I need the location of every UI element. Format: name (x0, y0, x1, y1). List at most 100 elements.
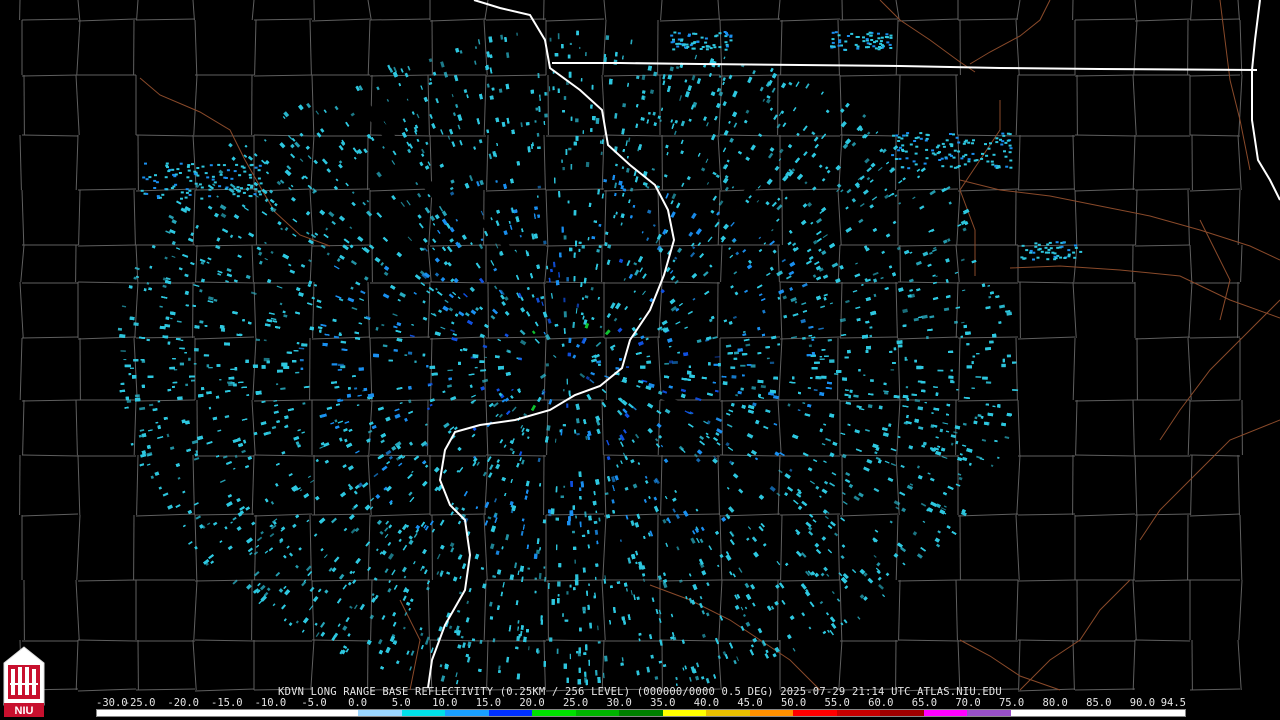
echo-cell (575, 574, 579, 580)
echo-cell (863, 374, 866, 376)
radar-map (0, 0, 1280, 720)
echo-cell (557, 581, 561, 587)
echo-cell (557, 33, 560, 40)
echo-cell (255, 338, 261, 342)
echo-cell (599, 140, 602, 144)
echo-cell (188, 357, 191, 361)
echo-cell (905, 386, 909, 389)
echo-cell (194, 347, 199, 352)
echo-cell (777, 343, 781, 346)
echo-cell (543, 566, 546, 569)
echo-cell (597, 641, 601, 644)
echo-cell (574, 559, 576, 564)
echo-cell (563, 389, 565, 392)
echo-cell (625, 366, 630, 369)
echo-cell (740, 364, 746, 367)
echo-cell (560, 495, 564, 498)
echo-cell (299, 359, 304, 362)
echo-cell (572, 530, 575, 534)
echo-cell (730, 366, 736, 369)
echo-cell (603, 57, 607, 63)
echo-cell (950, 381, 955, 384)
echo-cell (664, 362, 670, 365)
echo-cell (604, 655, 608, 662)
echo-cell (562, 166, 565, 171)
echo-cell (870, 379, 874, 382)
echo-cell (733, 351, 740, 355)
echo-cell (971, 361, 974, 365)
echo-cell (337, 363, 344, 366)
echo-cell (974, 416, 978, 420)
echo-cell (563, 311, 567, 318)
echo-cell (544, 113, 548, 118)
echo-cell (808, 344, 812, 348)
echo-cell (975, 376, 982, 379)
echo-cell (566, 591, 569, 595)
echo-cell (414, 360, 417, 363)
echo-cell (568, 147, 572, 151)
echo-cell (582, 606, 586, 611)
echo-cell (669, 360, 674, 364)
echo-cell (925, 335, 929, 340)
echo-cell (740, 387, 744, 391)
echo-cell (295, 371, 300, 374)
echo-cell (603, 53, 607, 58)
echo-cell (404, 354, 408, 356)
echo-cell (867, 404, 873, 409)
echo-cell (869, 334, 873, 338)
echo-cell (562, 613, 564, 617)
echo-cell (636, 75, 640, 80)
echo-cell (537, 185, 542, 189)
echo-cell (536, 549, 540, 554)
echo-cell (654, 676, 659, 680)
echo-cell (766, 357, 770, 360)
echo-cell (595, 117, 600, 124)
echo-cell (190, 379, 195, 382)
echo-cell (731, 375, 737, 379)
echo-cell (193, 363, 197, 365)
echo-cell (585, 161, 590, 168)
echo-cell (890, 369, 895, 371)
echo-cell (537, 72, 540, 79)
echo-cell (563, 485, 566, 488)
echo-cell (173, 369, 178, 371)
echo-cell (566, 277, 569, 282)
echo-cell (206, 364, 210, 368)
echo-cell (581, 245, 585, 249)
echo-cell (534, 577, 537, 580)
echo-cell (537, 650, 540, 654)
echo-cell (829, 359, 835, 363)
echo-cell (275, 383, 279, 386)
echo-cell (133, 322, 139, 326)
echo-cell (605, 35, 610, 40)
echo-cell (556, 648, 559, 654)
echo-cell (821, 375, 827, 379)
echo-cell (575, 118, 579, 123)
echo-cell (563, 297, 566, 303)
echo-cell (549, 637, 553, 642)
echo-cell (180, 339, 184, 342)
echo-cell (527, 567, 531, 570)
echo-cell (543, 240, 547, 245)
echo-cell (117, 327, 123, 331)
echo-cell (570, 164, 573, 170)
echo-cell (577, 652, 581, 657)
echo-cell (596, 249, 600, 253)
echo-cell (141, 360, 146, 363)
echo-cell (536, 132, 540, 137)
echo-cell (595, 670, 598, 676)
echo-cell (585, 52, 587, 57)
echo-cell (544, 576, 547, 582)
echo-cell (407, 351, 413, 355)
echo-cell (549, 37, 552, 42)
echo-cell (185, 383, 189, 387)
echo-cell (569, 653, 571, 660)
echo-cell (750, 364, 756, 368)
echo-cell (179, 362, 184, 366)
echo-cell (598, 245, 602, 249)
echo-cell (563, 235, 567, 240)
echo-cell (157, 400, 161, 403)
echo-cell (123, 358, 127, 361)
echo-cell (622, 103, 627, 108)
echo-cell (208, 406, 212, 410)
